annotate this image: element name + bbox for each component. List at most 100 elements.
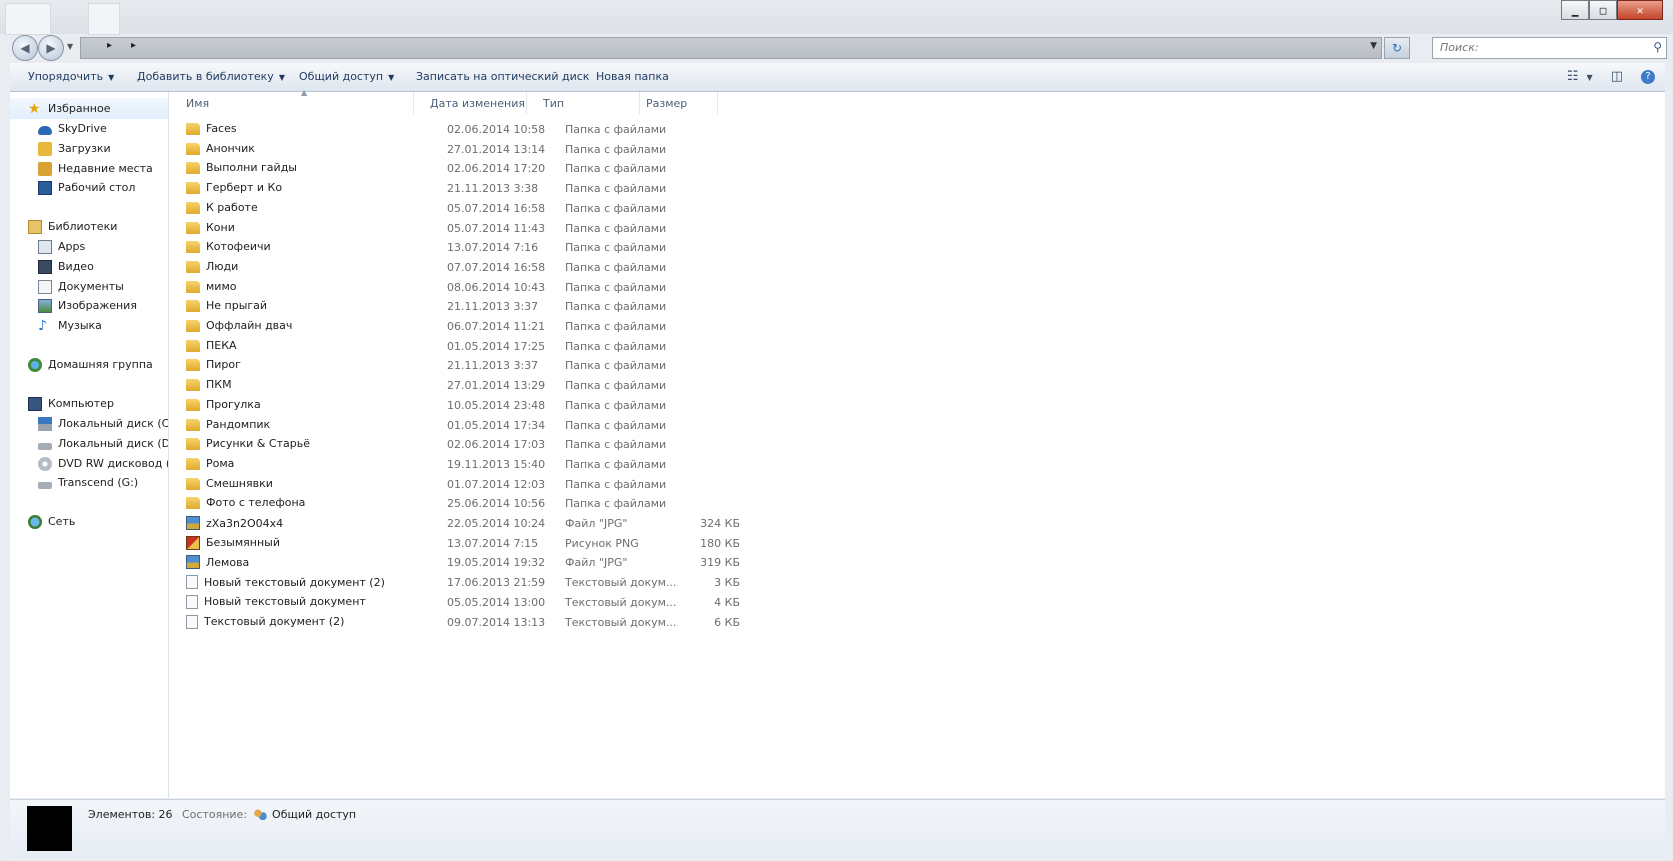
file-row[interactable]: Новый текстовый документ (2) 17.06.2013 2… xyxy=(169,572,769,593)
close-button[interactable]: ✕ xyxy=(1617,0,1663,20)
file-name-cell[interactable]: Кони xyxy=(186,221,235,234)
nav-documents[interactable]: Документы xyxy=(10,276,168,297)
file-name-cell[interactable]: Безымянный xyxy=(186,535,280,550)
column-header-name[interactable]: Имя ▲ xyxy=(169,88,414,114)
file-row[interactable]: Текстовый документ (2) 09.07.2014 13:13 Те… xyxy=(169,612,769,633)
nav-dvd-drive[interactable]: DVD RW дисковод ( xyxy=(10,453,168,474)
file-name-cell[interactable]: Новый текстовый документ xyxy=(186,594,366,609)
file-row[interactable]: Котофеичи 13.07.2014 7:16 Папка с файлами xyxy=(169,237,769,258)
file-name-cell[interactable]: Рандомпик xyxy=(186,418,270,431)
nav-network[interactable]: Сеть xyxy=(10,511,168,532)
forward-button[interactable]: ▶ xyxy=(38,35,64,61)
nav-transcend-g[interactable]: Transcend (G:) xyxy=(10,472,168,493)
file-name-cell[interactable]: Faces xyxy=(186,122,237,135)
file-row[interactable]: Рисунки & Старьё 02.06.2014 17:03 Папка с … xyxy=(169,434,769,455)
file-row[interactable]: Оффлайн двач 06.07.2014 11:21 Папка с файл… xyxy=(169,316,769,337)
file-name-cell[interactable]: Рисунки & Старьё xyxy=(186,437,310,451)
nav-libraries[interactable]: Библиотеки xyxy=(10,216,168,237)
file-row[interactable]: Выполни гайды 02.06.2014 17:20 Папка с фай… xyxy=(169,158,769,179)
nav-local-disk-d[interactable]: Локальный диск (D xyxy=(10,433,168,454)
new-folder-button[interactable]: Новая папка xyxy=(596,70,669,83)
nav-apps[interactable]: Apps xyxy=(10,236,168,257)
add-to-library-button[interactable]: Добавить в библиотеку ▼ xyxy=(137,70,285,83)
file-name-cell[interactable]: Оффлайн двач xyxy=(186,319,292,332)
nav-videos[interactable]: Видео xyxy=(10,256,168,277)
file-name-cell[interactable]: Новый текстовый документ (2) xyxy=(186,575,385,590)
nav-homegroup[interactable]: Домашняя группа xyxy=(10,354,168,375)
file-name-cell[interactable]: Фото с телефона xyxy=(186,496,305,510)
nav-computer[interactable]: Компьютер xyxy=(10,393,168,414)
file-name-cell[interactable]: Текстовый документ (2) xyxy=(186,614,344,629)
folder-icon xyxy=(186,379,200,392)
file-name-cell[interactable]: Котофеичи xyxy=(186,240,271,254)
file-name-cell[interactable]: Рома xyxy=(186,457,234,470)
file-name-cell[interactable]: ПКМ xyxy=(186,378,232,392)
file-row[interactable]: К работе 05.07.2014 16:58 Папка с файлами xyxy=(169,198,769,219)
burn-button[interactable]: Записать на оптический диск xyxy=(416,70,589,83)
file-row[interactable]: Герберт и Ко 21.11.2013 3:38 Папка с файла… xyxy=(169,178,769,199)
nav-local-disk-c[interactable]: Локальный диск (C xyxy=(10,413,168,434)
column-header-type[interactable]: Тип xyxy=(527,92,640,114)
file-row[interactable]: Кони 05.07.2014 11:43 Папка с файлами xyxy=(169,218,769,239)
nav-pictures[interactable]: Изображения xyxy=(10,295,168,316)
file-row[interactable]: Прогулка 10.05.2014 23:48 Папка с файлами xyxy=(169,395,769,416)
address-dropdown-icon[interactable]: ▼ xyxy=(1370,41,1377,51)
file-row[interactable]: Не прыгай 21.11.2013 3:37 Папка с файлами xyxy=(169,296,769,317)
file-row[interactable]: ПЕКА 01.05.2014 17:25 Папка с файлами xyxy=(169,336,769,357)
file-row[interactable]: Лемова 19.05.2014 19:32 Файл "JPG" 319 КБ xyxy=(169,552,769,573)
file-name-cell[interactable]: Не прыгай xyxy=(186,299,267,313)
search-box[interactable]: ⚲ xyxy=(1432,37,1667,59)
file-name-cell[interactable]: Выполни гайды xyxy=(186,161,297,175)
back-button[interactable]: ◀ xyxy=(12,35,38,61)
minimize-button[interactable]: ▁ xyxy=(1561,0,1589,20)
column-header-size[interactable]: Размер xyxy=(640,92,718,114)
file-name-cell[interactable]: Лемова xyxy=(186,555,249,570)
nav-desktop[interactable]: Рабочий стол xyxy=(10,177,168,198)
maximize-button[interactable]: □ xyxy=(1589,0,1617,20)
help-button[interactable]: ? xyxy=(1641,68,1655,84)
folder-icon xyxy=(186,182,200,195)
refresh-button[interactable]: ↻ xyxy=(1384,37,1410,59)
file-name-cell[interactable]: мимо xyxy=(186,280,236,293)
file-row[interactable]: мимо 08.06.2014 10:43 Папка с файлами xyxy=(169,277,769,298)
nav-favorites[interactable]: ★ Избранное xyxy=(10,98,168,119)
file-name-cell[interactable]: ПЕКА xyxy=(186,339,237,352)
share-button[interactable]: Общий доступ ▼ xyxy=(299,70,394,83)
file-row[interactable]: Рома 19.11.2013 15:40 Папка с файлами xyxy=(169,454,769,475)
file-name-cell[interactable]: Герберт и Ко xyxy=(186,181,282,195)
file-row[interactable]: zXa3n2O04x4 22.05.2014 10:24 Файл "JPG" 324… xyxy=(169,513,769,534)
file-name-cell[interactable]: Прогулка xyxy=(186,398,261,411)
file-name-cell[interactable]: Люди xyxy=(186,260,238,273)
nav-recent-places[interactable]: Недавние места xyxy=(10,158,168,179)
search-input[interactable] xyxy=(1433,38,1640,56)
file-name-cell[interactable]: zXa3n2O04x4 xyxy=(186,516,283,530)
file-name-cell[interactable]: Смешнявки xyxy=(186,477,273,490)
file-row[interactable]: Люди 07.07.2014 16:58 Папка с файлами xyxy=(169,257,769,278)
organize-button[interactable]: Упорядочить ▼ xyxy=(28,70,114,83)
file-row[interactable]: Faces 02.06.2014 10:58 Папка с файлами xyxy=(169,119,769,140)
file-name-cell[interactable]: Пирог xyxy=(186,358,241,372)
nav-music[interactable]: ♪ Музыка xyxy=(10,315,168,336)
recent-pages-dropdown-icon[interactable]: ▼ xyxy=(67,42,73,51)
file-row[interactable]: Смешнявки 01.07.2014 12:03 Папка с файлами xyxy=(169,474,769,495)
nav-skydrive[interactable]: SkyDrive xyxy=(10,118,168,139)
file-name-cell[interactable]: Анончик xyxy=(186,142,255,155)
folder-icon xyxy=(186,300,200,313)
address-bar[interactable]: ▸ ▸ ▼ xyxy=(80,37,1382,59)
breadcrumb-separator[interactable]: ▸ xyxy=(131,40,136,51)
file-row[interactable]: Новый текстовый документ 05.05.2014 13:00… xyxy=(169,592,769,613)
file-row[interactable]: Анончик 27.01.2014 13:14 Папка с файлами xyxy=(169,139,769,160)
file-row[interactable]: Пирог 21.11.2013 3:37 Папка с файлами xyxy=(169,355,769,376)
file-row[interactable]: ПКМ 27.01.2014 13:29 Папка с файлами xyxy=(169,375,769,396)
search-icon[interactable]: ⚲ xyxy=(1653,40,1662,54)
file-size: 324 КБ xyxy=(700,517,740,530)
file-row[interactable]: Рандомпик 01.05.2014 17:34 Папка с файлами xyxy=(169,415,769,436)
view-options-button[interactable]: ☷ ▼ xyxy=(1567,69,1593,84)
preview-pane-button[interactable]: ◫ xyxy=(1611,69,1623,84)
file-row[interactable]: Фото с телефона 25.06.2014 10:56 Папка с ф… xyxy=(169,493,769,514)
file-name-cell[interactable]: К работе xyxy=(186,201,258,214)
breadcrumb-separator[interactable]: ▸ xyxy=(107,40,112,51)
nav-downloads[interactable]: Загрузки xyxy=(10,138,168,159)
column-header-date[interactable]: Дата изменения xyxy=(414,92,527,114)
file-row[interactable]: Безымянный 13.07.2014 7:15 Рисунок PNG 180 … xyxy=(169,533,769,554)
